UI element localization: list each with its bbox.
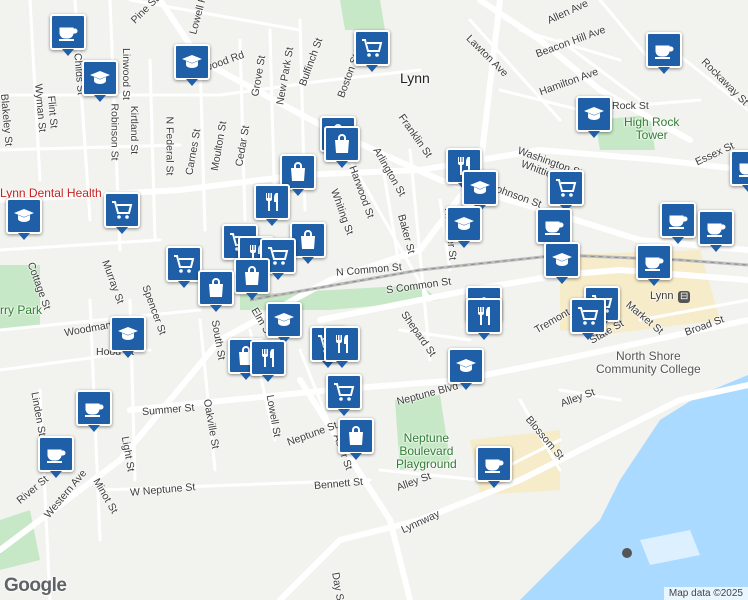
school-marker[interactable] <box>6 198 42 240</box>
cup-icon <box>669 215 688 229</box>
shopping-marker[interactable] <box>104 192 140 234</box>
cart-icon <box>556 179 577 197</box>
cart-icon <box>362 39 383 57</box>
bag-icon <box>335 134 349 153</box>
shopping-marker[interactable] <box>354 30 390 72</box>
cup-icon <box>59 27 78 41</box>
bag-icon <box>245 266 259 285</box>
school-marker[interactable] <box>446 206 482 248</box>
graduation-cap-icon <box>456 359 476 372</box>
bag-icon <box>301 230 315 249</box>
shopping-marker[interactable] <box>166 246 202 288</box>
school-marker[interactable] <box>174 44 210 86</box>
cafe-marker[interactable] <box>698 210 734 252</box>
train-station-icon[interactable]: ⊟ <box>678 291 691 303</box>
fork-knife-icon <box>262 349 274 367</box>
bag-icon <box>291 162 305 181</box>
cart-icon <box>174 255 195 273</box>
restaurant-marker[interactable] <box>466 298 502 340</box>
map-canvas[interactable]: Pine St Lowell Rd Linwood Rd Linwood St … <box>0 0 748 600</box>
bag-icon <box>349 426 363 445</box>
cafe-marker[interactable] <box>476 446 512 488</box>
cafe-marker[interactable] <box>636 244 672 286</box>
graduation-cap-icon <box>470 181 490 194</box>
school-marker[interactable] <box>82 60 118 102</box>
cafe-marker[interactable] <box>660 202 696 244</box>
shopping-marker[interactable] <box>198 270 234 312</box>
school-marker[interactable] <box>110 316 146 358</box>
cup-icon <box>85 403 104 417</box>
cup-icon <box>485 459 504 473</box>
cafe-marker[interactable] <box>730 150 748 192</box>
bag-icon <box>209 278 223 297</box>
cup-icon <box>655 45 674 59</box>
graduation-cap-icon <box>454 217 474 230</box>
shopping-marker[interactable] <box>570 298 606 340</box>
shopping-marker[interactable] <box>326 374 362 416</box>
school-marker[interactable] <box>576 96 612 138</box>
graduation-cap-icon <box>584 107 604 120</box>
cafe-marker[interactable] <box>38 436 74 478</box>
cup-icon <box>645 257 664 271</box>
school-marker[interactable] <box>544 242 580 284</box>
restaurant-marker[interactable] <box>254 184 290 226</box>
graduation-cap-icon <box>118 327 138 340</box>
cafe-marker[interactable] <box>646 32 682 74</box>
school-marker[interactable] <box>462 170 498 212</box>
graduation-cap-icon <box>90 71 110 84</box>
fork-knife-icon <box>266 193 278 211</box>
shopping-marker[interactable] <box>234 258 270 300</box>
cafe-marker[interactable] <box>76 390 112 432</box>
cafe-marker[interactable] <box>50 14 86 56</box>
school-marker[interactable] <box>266 302 302 344</box>
cup-icon <box>739 163 748 177</box>
google-logo: Google <box>4 575 67 596</box>
graduation-cap-icon <box>552 253 572 266</box>
shopping-marker[interactable] <box>548 170 584 212</box>
shopping-marker[interactable] <box>324 126 360 168</box>
graduation-cap-icon <box>274 313 294 326</box>
restaurant-marker[interactable] <box>250 340 286 382</box>
cup-icon <box>707 223 726 237</box>
cart-icon <box>578 307 599 325</box>
cart-icon <box>334 383 355 401</box>
shopping-marker[interactable] <box>338 418 374 460</box>
restaurant-marker[interactable] <box>324 326 360 368</box>
graduation-cap-icon <box>14 209 34 222</box>
graduation-cap-icon <box>182 55 202 68</box>
map-attribution[interactable]: Map data ©2025 <box>663 587 748 600</box>
school-marker[interactable] <box>448 348 484 390</box>
cart-icon <box>112 201 133 219</box>
fork-knife-icon <box>336 335 348 353</box>
cup-icon <box>545 221 564 235</box>
cup-icon <box>47 449 66 463</box>
fork-knife-icon <box>478 307 490 325</box>
cafe-marker[interactable] <box>536 208 572 250</box>
